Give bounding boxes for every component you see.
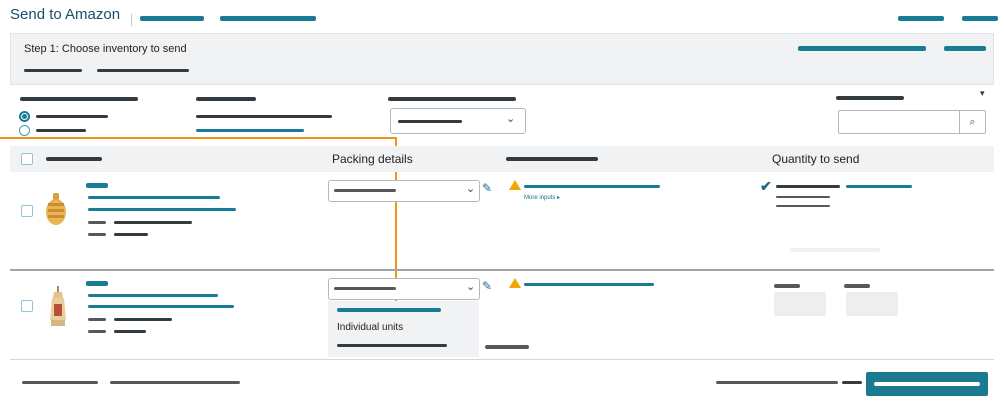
row2-meta-1a bbox=[88, 318, 106, 321]
row1-warning-text[interactable] bbox=[524, 185, 660, 188]
filter-heading-3 bbox=[388, 97, 516, 101]
row1-qty-placeholder bbox=[790, 248, 880, 252]
step-panel bbox=[10, 33, 994, 85]
search-label bbox=[836, 96, 904, 100]
header-quantity-to-send: Quantity to send bbox=[772, 152, 860, 166]
row2-qty-input-2[interactable] bbox=[846, 292, 898, 316]
step-tab-1[interactable] bbox=[24, 69, 82, 72]
filter-heading-2 bbox=[196, 97, 256, 101]
confirm-button[interactable] bbox=[866, 372, 988, 396]
row1-title-line-1[interactable] bbox=[88, 196, 220, 199]
more-inputs-link[interactable]: More inputs ▸ bbox=[524, 194, 560, 201]
product-image-2 bbox=[50, 286, 66, 326]
row1-meta-2b bbox=[114, 233, 148, 236]
row1-qty-link[interactable] bbox=[846, 185, 912, 188]
row2-title-line-2[interactable] bbox=[88, 305, 234, 308]
footer-separator bbox=[10, 359, 994, 360]
page-title: Send to Amazon bbox=[10, 6, 121, 23]
caret-down-icon[interactable]: ▾ bbox=[980, 88, 985, 99]
step-label: Step 1: Choose inventory to send bbox=[24, 43, 187, 55]
row1-title-line-2[interactable] bbox=[88, 208, 236, 211]
footer-link-2[interactable] bbox=[110, 381, 240, 384]
top-right-link-1[interactable] bbox=[898, 16, 944, 21]
header-information bbox=[506, 157, 598, 161]
row1-sku-badge bbox=[86, 183, 108, 188]
search-input[interactable]: ⌕ bbox=[838, 110, 986, 134]
row2-meta-2b bbox=[114, 330, 146, 333]
search-icon[interactable]: ⌕ bbox=[959, 111, 985, 133]
warning-icon bbox=[509, 180, 521, 190]
step-link-2[interactable] bbox=[944, 46, 986, 51]
top-right-link-2[interactable] bbox=[962, 16, 998, 21]
row-checkbox-2[interactable] bbox=[21, 300, 33, 312]
row-checkbox-1[interactable] bbox=[21, 205, 33, 217]
dropdown-option-highlight[interactable] bbox=[337, 308, 441, 312]
check-icon: ✔ bbox=[760, 178, 772, 194]
row2-packing-note bbox=[485, 345, 529, 349]
row2-qty-input-1[interactable] bbox=[774, 292, 826, 316]
header-product bbox=[46, 157, 102, 161]
radio-option-1[interactable] bbox=[19, 111, 30, 122]
radio-label-1 bbox=[36, 115, 108, 118]
row2-meta-1b bbox=[114, 318, 172, 321]
row1-meta-2a bbox=[88, 233, 106, 236]
footer-link-1[interactable] bbox=[22, 381, 98, 384]
row2-qty-label-2 bbox=[844, 284, 870, 288]
title-divider bbox=[131, 14, 132, 26]
footer-summary-1 bbox=[716, 381, 838, 384]
confirm-button-label bbox=[874, 382, 980, 386]
row1-qty-text-1 bbox=[776, 185, 840, 188]
chevron-down-icon: ⌄ bbox=[506, 113, 516, 125]
dropdown-option-other[interactable] bbox=[337, 344, 447, 347]
step-link-1[interactable] bbox=[798, 46, 926, 51]
row2-meta-2a bbox=[88, 330, 106, 333]
chevron-down-icon: ⌄ bbox=[466, 183, 476, 195]
row1-meta-1b bbox=[114, 221, 192, 224]
filter-heading-1 bbox=[20, 97, 138, 101]
step-tab-2[interactable] bbox=[97, 69, 189, 72]
warning-icon bbox=[509, 278, 521, 288]
callout-arrow-horizontal bbox=[0, 137, 397, 139]
row2-warning-text[interactable] bbox=[524, 283, 654, 286]
row2-qty-label-1 bbox=[774, 284, 800, 288]
header-packing-details: Packing details bbox=[332, 152, 413, 166]
radio-option-2[interactable] bbox=[19, 125, 30, 136]
row1-meta-1a bbox=[88, 221, 106, 224]
title-link-2[interactable] bbox=[220, 16, 316, 21]
footer-summary-2 bbox=[842, 381, 862, 384]
radio-label-2 bbox=[36, 129, 86, 132]
pencil-icon[interactable]: ✎ bbox=[482, 280, 492, 292]
product-image-1 bbox=[46, 193, 66, 225]
filter-link[interactable] bbox=[196, 129, 304, 132]
pencil-icon[interactable]: ✎ bbox=[482, 182, 492, 194]
row1-qty-text-2 bbox=[776, 196, 830, 198]
filter-text bbox=[196, 115, 332, 118]
select-all-checkbox[interactable] bbox=[21, 153, 33, 165]
row2-sku-badge bbox=[86, 281, 108, 286]
filter-select-value bbox=[398, 120, 462, 123]
chevron-down-icon: ⌄ bbox=[466, 281, 476, 293]
row1-packing-value bbox=[334, 189, 396, 192]
row2-packing-value bbox=[334, 287, 396, 290]
dropdown-option-individual-units[interactable]: Individual units bbox=[337, 322, 403, 333]
row2-title-line-1[interactable] bbox=[88, 294, 218, 297]
title-link-1[interactable] bbox=[140, 16, 204, 21]
row1-qty-text-3 bbox=[776, 205, 830, 207]
